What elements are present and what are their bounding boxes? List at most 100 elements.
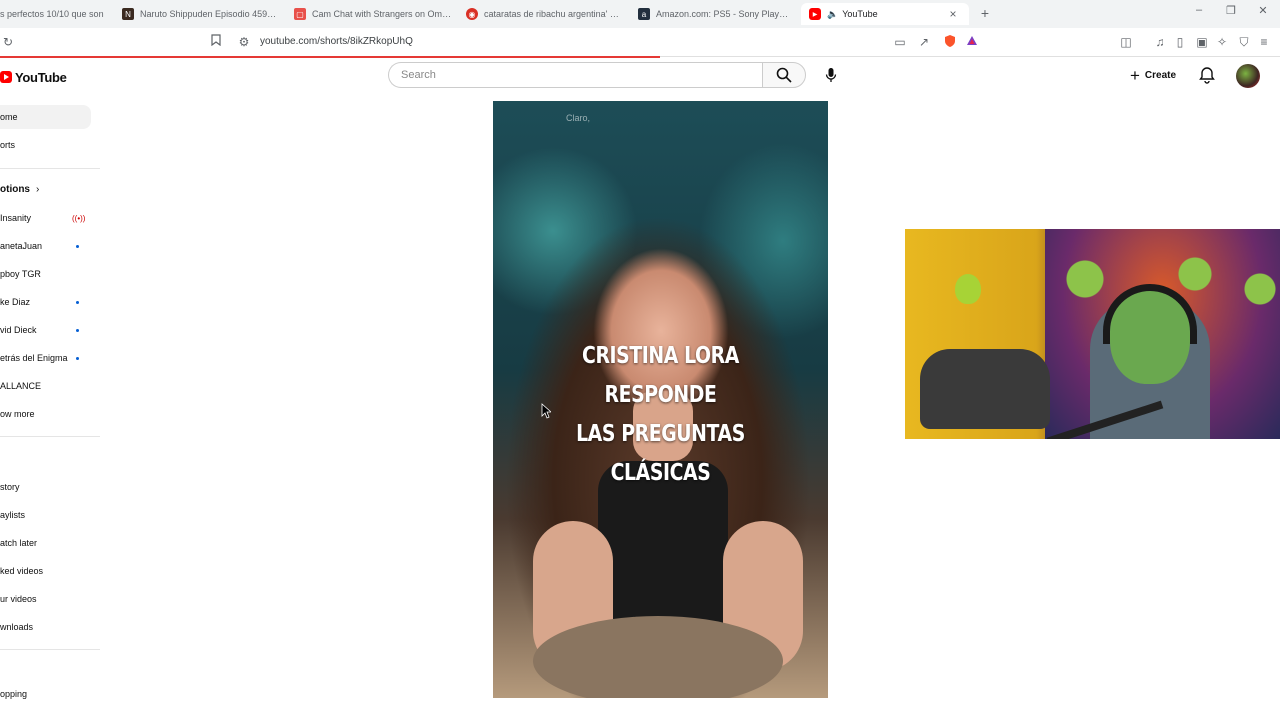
youtube-favicon-icon: ▶ [809, 8, 821, 20]
subscriptions-heading[interactable]: otions › [0, 184, 39, 195]
tab-favicon-icon: ▢ [294, 8, 306, 20]
brave-rewards-icon[interactable] [964, 34, 980, 50]
create-button[interactable]: + Create [1120, 62, 1186, 88]
sidebar-item-label: story [0, 482, 20, 492]
bookmark-icon[interactable] [208, 34, 224, 50]
tab-title: YouTube [842, 9, 878, 19]
bell-icon [1199, 67, 1215, 84]
page-load-progress-bar [0, 56, 660, 58]
address-bar-url[interactable]: youtube.com/shorts/8ikZRkopUhQ [260, 36, 413, 47]
tab-title: cataratas de ribachu argentina' - Bra [484, 9, 621, 19]
browser-tab[interactable]: a Amazon.com: PS5 - Sony PlayStation [638, 3, 793, 25]
sidebar-item-shopping[interactable]: opping [0, 682, 91, 706]
sidebar-item-playlists[interactable]: aylists [0, 503, 91, 527]
new-content-dot [76, 357, 79, 360]
browser-tab[interactable]: s perfectos 10/10 que son [0, 3, 105, 25]
webcam-alien-figure [955, 274, 981, 304]
tab-favicon-icon: a [638, 8, 650, 20]
sidebar-item-your-videos[interactable]: ur videos [0, 587, 91, 611]
account-avatar[interactable] [1236, 64, 1260, 88]
tab-title: s perfectos 10/10 que son [0, 9, 104, 19]
sidebar-item-label: orts [0, 140, 16, 150]
cast-icon[interactable]: ▭ [892, 34, 908, 50]
window-close-icon[interactable]: ✕ [1254, 4, 1272, 17]
channel-name: vid Dieck [0, 325, 37, 335]
channel-name: ALLANCE [0, 381, 42, 391]
tab-title: Cam Chat with Strangers on OmeTV [312, 9, 452, 19]
site-settings-icon[interactable]: ⚙ [236, 34, 252, 50]
channel-name: Insanity [0, 213, 32, 223]
video-subtitle: Claro, [566, 113, 591, 123]
live-icon: ((•)) [72, 214, 86, 223]
chevron-right-icon: › [36, 184, 40, 195]
channel-name: etrás del Enigma [0, 353, 68, 363]
sidebar-item-history[interactable]: story [0, 475, 91, 499]
microphone-icon [825, 68, 837, 82]
browser-tab[interactable]: ◉ cataratas de ribachu argentina' - Bra [466, 3, 621, 25]
plus-icon: + [1129, 65, 1140, 85]
tab-favicon-icon: ◉ [466, 8, 478, 20]
youtube-wordmark: YouTube [15, 69, 67, 85]
show-more-label: ow more [0, 409, 35, 419]
sidebar-item-home[interactable]: ome [0, 105, 91, 129]
sidebar: ome orts otions › Insanity ((•)) anetaJua… [0, 100, 100, 720]
shorts-video-player[interactable]: Claro, CRISTINA LORA RESPONDE LAS PREGUN… [493, 101, 828, 698]
new-content-dot [76, 245, 79, 248]
sidebar-item-liked-videos[interactable]: ked videos [0, 559, 91, 583]
sidebar-item-label: ked videos [0, 566, 44, 576]
video-scene-cushion [533, 616, 783, 698]
music-icon[interactable]: ♫ [1152, 34, 1168, 50]
sidebar-item-watch-later[interactable]: atch later [0, 531, 91, 555]
search-icon [776, 67, 792, 83]
sidebar-item-downloads[interactable]: wnloads [0, 615, 91, 639]
sidebar-item-label: ur videos [0, 594, 37, 604]
ai-assistant-icon[interactable]: ✧ [1214, 34, 1230, 50]
vpn-icon[interactable]: ⛉ [1236, 34, 1252, 50]
streamer-webcam-overlay [905, 229, 1280, 439]
video-caption: CRISTINA LORA RESPONDE LAS PREGUNTAS CLÁ… [523, 337, 798, 493]
tab-title: Naruto Shippuden Episodio 459 Sub [140, 9, 277, 19]
voice-search-button[interactable] [818, 62, 844, 88]
browser-tab[interactable]: ▢ Cam Chat with Strangers on OmeTV [294, 3, 452, 25]
sidebar-item-shorts[interactable]: orts [0, 133, 91, 157]
youtube-play-icon [0, 71, 12, 83]
share-icon[interactable]: ↗ [916, 34, 932, 50]
notifications-button[interactable] [1198, 66, 1216, 84]
search-button[interactable] [762, 62, 806, 88]
webcam-blanket [920, 349, 1050, 429]
sidebar-divider [0, 436, 100, 437]
youtube-logo[interactable]: YouTube [0, 68, 67, 86]
browser-toolbar: ↻ ⚙ youtube.com/shorts/8ikZRkopUhQ ▭ ↗ ◫… [0, 28, 1280, 57]
sidebar-show-more[interactable]: ow more [0, 402, 91, 426]
sidebar-subscription[interactable]: pboy TGR [0, 262, 91, 286]
tab-favicon-icon: N [122, 8, 134, 20]
sidebar-item-label: ome [0, 112, 18, 122]
menu-icon[interactable]: ≡ [1256, 34, 1272, 50]
create-label: Create [1144, 69, 1177, 81]
new-tab-button[interactable]: + [978, 5, 992, 21]
channel-name: anetaJuan [0, 241, 43, 251]
brave-shield-icon[interactable] [942, 34, 958, 50]
browser-tab[interactable]: N Naruto Shippuden Episodio 459 Sub [122, 3, 277, 25]
new-content-dot [76, 329, 79, 332]
channel-name: ke Diaz [0, 297, 31, 307]
restore-icon[interactable]: ❐ [1222, 4, 1240, 17]
video-caption-line: CRISTINA LORA RESPONDE [582, 343, 739, 408]
reload-icon[interactable]: ↻ [0, 34, 16, 50]
search-input[interactable]: Search [388, 62, 762, 88]
tab-close-icon[interactable]: × [945, 7, 961, 21]
translate-icon[interactable]: ◫ [1118, 34, 1134, 50]
wallet-icon[interactable]: ▣ [1194, 34, 1210, 50]
sidebar-panel-icon[interactable]: ▯ [1172, 34, 1188, 50]
browser-tab-active[interactable]: ▶ 🔈 YouTube × [801, 3, 969, 25]
sidebar-item-label: opping [0, 689, 28, 699]
speaker-icon: 🔈 [827, 8, 839, 19]
sidebar-divider [0, 168, 100, 169]
sidebar-divider [0, 649, 100, 650]
minimize-icon[interactable]: – [1190, 4, 1208, 16]
channel-name: pboy TGR [0, 269, 41, 279]
sidebar-subscription[interactable]: ALLANCE [0, 374, 91, 398]
new-content-dot [76, 301, 79, 304]
mouse-cursor-icon [541, 403, 551, 419]
subscriptions-heading-label: otions [0, 184, 30, 195]
